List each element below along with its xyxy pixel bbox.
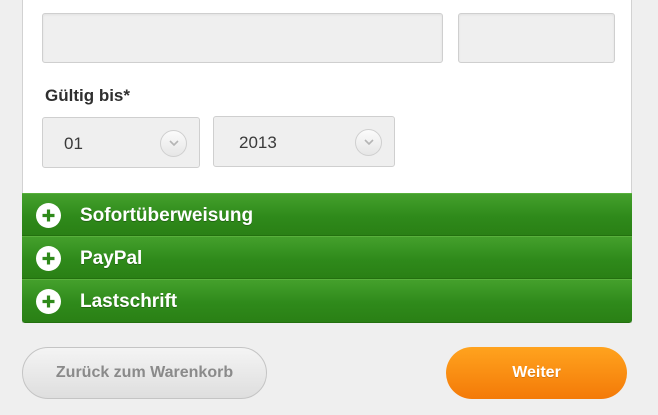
- back-to-cart-button[interactable]: Zurück zum Warenkorb: [22, 347, 267, 399]
- chevron-down-icon: [160, 130, 187, 157]
- payment-method-lastschrift[interactable]: Lastschrift: [22, 279, 632, 323]
- expiry-month-value: 01: [64, 134, 83, 153]
- payment-method-label: Sofortüberweisung: [80, 205, 254, 226]
- card-security-code-input[interactable]: [458, 13, 615, 63]
- payment-methods-accordion: Sofortüberweisung PayPal Lastschrift: [22, 193, 632, 323]
- expiry-month-select[interactable]: 01: [42, 117, 200, 168]
- plus-circle-icon: [36, 203, 61, 228]
- payment-method-label: PayPal: [80, 248, 143, 269]
- payment-method-label: Lastschrift: [80, 291, 178, 312]
- payment-method-sofortueberweisung[interactable]: Sofortüberweisung: [22, 193, 632, 236]
- plus-circle-icon: [36, 246, 61, 271]
- expiry-year-value: 2013: [239, 133, 277, 152]
- plus-circle-icon: [36, 289, 61, 314]
- expiry-label: Gültig bis*: [45, 86, 130, 105]
- payment-method-paypal[interactable]: PayPal: [22, 236, 632, 279]
- continue-button[interactable]: Weiter: [446, 347, 627, 399]
- card-number-input[interactable]: [42, 13, 443, 63]
- expiry-year-select[interactable]: 2013: [213, 116, 395, 167]
- chevron-down-icon: [355, 129, 382, 156]
